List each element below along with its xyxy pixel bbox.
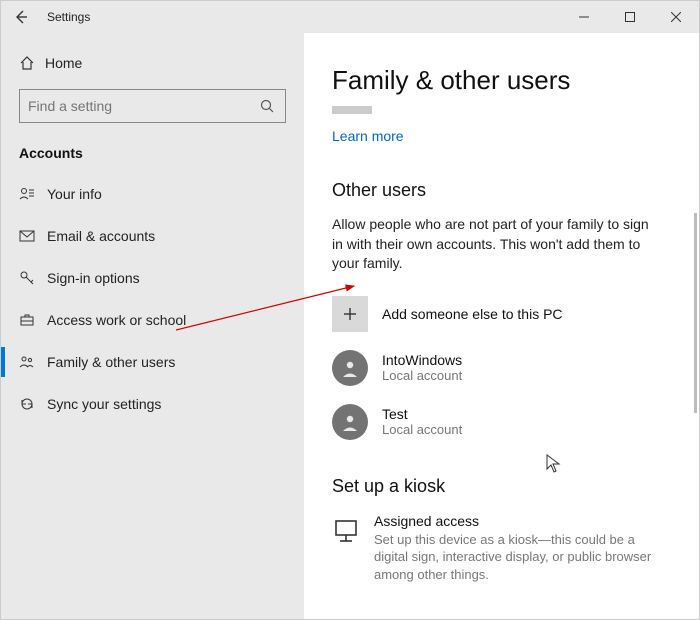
sidebar-item-sync[interactable]: Sync your settings [1, 383, 304, 425]
people-icon [19, 354, 47, 370]
kiosk-icon [332, 513, 360, 549]
window-title: Settings [47, 10, 90, 24]
minimize-button[interactable] [561, 1, 607, 33]
section-heading-kiosk: Set up a kiosk [332, 476, 671, 497]
titlebar: Settings [1, 1, 699, 33]
search-icon [257, 99, 277, 113]
sidebar-item-your-info[interactable]: Your info [1, 173, 304, 215]
search-input[interactable] [28, 98, 257, 114]
person-icon [340, 358, 360, 378]
search-box[interactable] [19, 89, 286, 123]
sidebar-item-label: Access work or school [47, 312, 186, 328]
sidebar-item-label: Your info [47, 186, 102, 202]
mail-icon [19, 228, 47, 244]
learn-more-link[interactable]: Learn more [332, 128, 671, 144]
nav-home[interactable]: Home [1, 43, 304, 83]
main-panel: Family & other users Learn more Other us… [304, 33, 699, 619]
monitor-icon [332, 517, 360, 545]
home-icon [19, 55, 45, 71]
user-row[interactable]: IntoWindows Local account [332, 350, 671, 386]
sidebar: Home Accounts Your info Email & acco [1, 33, 304, 619]
window-body: Home Accounts Your info Email & acco [1, 33, 699, 619]
key-icon [19, 270, 47, 286]
user-name: IntoWindows [382, 352, 462, 368]
user-meta: IntoWindows Local account [382, 352, 462, 383]
sidebar-item-signin-options[interactable]: Sign-in options [1, 257, 304, 299]
avatar [332, 404, 368, 440]
sidebar-item-label: Sign-in options [47, 270, 140, 286]
sidebar-group-label: Accounts [1, 137, 304, 173]
add-user-label: Add someone else to this PC [382, 306, 563, 322]
user-type: Local account [382, 422, 462, 437]
person-icon [340, 412, 360, 432]
scrollbar[interactable] [694, 213, 697, 413]
sync-icon [19, 396, 47, 412]
back-button[interactable] [1, 1, 41, 33]
minimize-icon [579, 12, 589, 22]
plus-box [332, 296, 368, 332]
kiosk-title: Assigned access [374, 513, 671, 529]
sidebar-item-label: Family & other users [47, 354, 175, 370]
kiosk-assigned-access[interactable]: Assigned access Set up this device as a … [332, 513, 671, 584]
briefcase-icon [19, 312, 47, 328]
avatar [332, 350, 368, 386]
nav-home-label: Home [45, 55, 82, 71]
section-heading-other-users: Other users [332, 180, 671, 201]
user-name: Test [382, 406, 462, 422]
kiosk-meta: Assigned access Set up this device as a … [374, 513, 671, 584]
plus-icon [342, 306, 358, 322]
loading-bar [332, 106, 372, 114]
user-type: Local account [382, 368, 462, 383]
sidebar-item-label: Sync your settings [47, 396, 161, 412]
sidebar-item-label: Email & accounts [47, 228, 155, 244]
kiosk-description: Set up this device as a kiosk—this could… [374, 531, 671, 584]
user-meta: Test Local account [382, 406, 462, 437]
person-icon [19, 186, 47, 202]
sidebar-item-work-school[interactable]: Access work or school [1, 299, 304, 341]
add-user-button[interactable]: Add someone else to this PC [332, 296, 671, 332]
page-title: Family & other users [332, 65, 671, 96]
arrow-left-icon [13, 9, 29, 25]
maximize-button[interactable] [607, 1, 653, 33]
sidebar-item-email-accounts[interactable]: Email & accounts [1, 215, 304, 257]
section-description: Allow people who are not part of your fa… [332, 215, 662, 274]
sidebar-item-family-users[interactable]: Family & other users [1, 341, 304, 383]
window-controls [561, 1, 699, 33]
maximize-icon [625, 12, 635, 22]
close-icon [671, 12, 681, 22]
user-row[interactable]: Test Local account [332, 404, 671, 440]
close-button[interactable] [653, 1, 699, 33]
settings-window: Settings Home [0, 0, 700, 620]
